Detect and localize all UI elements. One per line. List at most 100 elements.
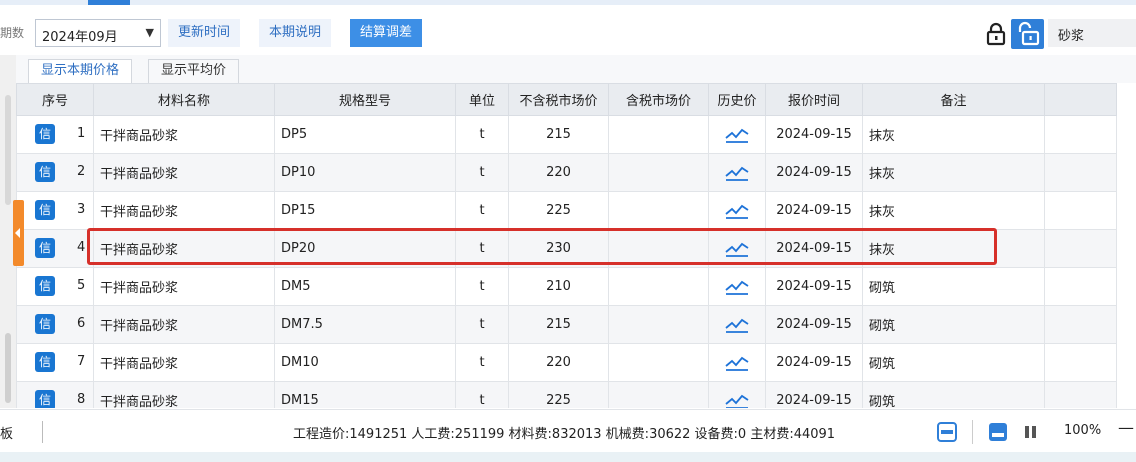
table-row[interactable]: 信 6 干拌商品砂浆 DM7.5 t 215 2024-09-15 砌筑 bbox=[16, 305, 1117, 344]
scroll-thumb-lower[interactable] bbox=[5, 333, 11, 403]
table-row[interactable]: 信 5 干拌商品砂浆 DM5 t 210 2024-09-15 砌筑 bbox=[16, 267, 1117, 306]
note-cell[interactable]: 砌筑 bbox=[862, 305, 1045, 344]
material-name-cell[interactable]: 干拌商品砂浆 bbox=[93, 229, 275, 268]
history-price-cell[interactable] bbox=[708, 115, 766, 154]
table-row[interactable]: 信 4 干拌商品砂浆 DP20 t 230 2024-09-15 抹灰 bbox=[16, 229, 1117, 268]
price-inc-tax-cell[interactable] bbox=[608, 381, 709, 408]
price-ex-tax-cell[interactable]: 225 bbox=[508, 381, 609, 408]
trend-chart-icon[interactable] bbox=[724, 165, 750, 181]
lock-icon[interactable] bbox=[985, 22, 1007, 46]
trend-chart-icon[interactable] bbox=[724, 317, 750, 333]
unit-cell[interactable]: t bbox=[455, 343, 509, 382]
note-cell[interactable]: 抹灰 bbox=[862, 191, 1045, 230]
spec-cell[interactable]: DP20 bbox=[274, 229, 456, 268]
history-price-cell[interactable] bbox=[708, 153, 766, 192]
price-inc-tax-cell[interactable] bbox=[608, 191, 709, 230]
note-cell[interactable]: 抹灰 bbox=[862, 115, 1045, 154]
note-cell[interactable]: 抹灰 bbox=[862, 229, 1045, 268]
spec-cell[interactable]: DM5 bbox=[274, 267, 456, 306]
info-badge-icon[interactable]: 信 bbox=[35, 390, 55, 408]
col-header-price-inc-tax[interactable]: 含税市场价 bbox=[608, 83, 709, 116]
info-badge-icon[interactable]: 信 bbox=[35, 200, 55, 220]
history-price-cell[interactable] bbox=[708, 343, 766, 382]
col-header-name[interactable]: 材料名称 bbox=[93, 83, 275, 116]
quote-time-cell[interactable]: 2024-09-15 bbox=[765, 115, 863, 154]
price-inc-tax-cell[interactable] bbox=[608, 343, 709, 382]
price-inc-tax-cell[interactable] bbox=[608, 229, 709, 268]
info-badge-icon[interactable]: 信 bbox=[35, 352, 55, 372]
quote-time-cell[interactable]: 2024-09-15 bbox=[765, 267, 863, 306]
price-ex-tax-cell[interactable]: 225 bbox=[508, 191, 609, 230]
note-cell[interactable]: 抹灰 bbox=[862, 153, 1045, 192]
price-inc-tax-cell[interactable] bbox=[608, 115, 709, 154]
trend-chart-icon[interactable] bbox=[724, 279, 750, 295]
update-time-button[interactable]: 更新时间 bbox=[168, 19, 241, 47]
quote-time-cell[interactable]: 2024-09-15 bbox=[765, 305, 863, 344]
price-ex-tax-cell[interactable]: 215 bbox=[508, 305, 609, 344]
trend-chart-icon[interactable] bbox=[724, 203, 750, 219]
material-name-cell[interactable]: 干拌商品砂浆 bbox=[93, 343, 275, 382]
material-name-cell[interactable]: 干拌商品砂浆 bbox=[93, 305, 275, 344]
layout-split-bottom-icon[interactable] bbox=[987, 421, 1009, 443]
history-price-cell[interactable] bbox=[708, 191, 766, 230]
spec-cell[interactable]: DP15 bbox=[274, 191, 456, 230]
period-select[interactable]: 2024年09月 ▼ bbox=[35, 19, 161, 47]
price-ex-tax-cell[interactable]: 210 bbox=[508, 267, 609, 306]
spec-cell[interactable]: DP10 bbox=[274, 153, 456, 192]
unit-cell[interactable]: t bbox=[455, 229, 509, 268]
scroll-thumb[interactable] bbox=[5, 95, 11, 205]
quote-time-cell[interactable]: 2024-09-15 bbox=[765, 381, 863, 408]
spec-cell[interactable]: DM10 bbox=[274, 343, 456, 382]
spec-cell[interactable]: DP5 bbox=[274, 115, 456, 154]
price-inc-tax-cell[interactable] bbox=[608, 267, 709, 306]
unit-cell[interactable]: t bbox=[455, 153, 509, 192]
col-header-price-ex-tax[interactable]: 不含税市场价 bbox=[508, 83, 609, 116]
price-ex-tax-cell[interactable]: 230 bbox=[508, 229, 609, 268]
note-cell[interactable]: 砌筑 bbox=[862, 343, 1045, 382]
material-name-cell[interactable]: 干拌商品砂浆 bbox=[93, 191, 275, 230]
quote-time-cell[interactable]: 2024-09-15 bbox=[765, 229, 863, 268]
tab-average-price[interactable]: 显示平均价 bbox=[148, 59, 240, 83]
col-header-spec[interactable]: 规格型号 bbox=[274, 83, 456, 116]
table-row[interactable]: 信 8 干拌商品砂浆 DM15 t 225 2024-09-15 砌筑 bbox=[16, 381, 1117, 408]
trend-chart-icon[interactable] bbox=[724, 241, 750, 257]
unit-cell[interactable]: t bbox=[455, 305, 509, 344]
layout-horizontal-icon[interactable] bbox=[936, 421, 958, 443]
info-badge-icon[interactable]: 信 bbox=[35, 276, 55, 296]
history-price-cell[interactable] bbox=[708, 381, 766, 408]
price-inc-tax-cell[interactable] bbox=[608, 305, 709, 344]
collapse-panel-handle[interactable] bbox=[13, 200, 24, 266]
spec-cell[interactable]: DM7.5 bbox=[274, 305, 456, 344]
col-header-note[interactable]: 备注 bbox=[862, 83, 1045, 116]
price-ex-tax-cell[interactable]: 220 bbox=[508, 153, 609, 192]
tab-current-price[interactable]: 显示本期价格 bbox=[28, 59, 133, 83]
price-inc-tax-cell[interactable] bbox=[608, 153, 709, 192]
table-row[interactable]: 信 2 干拌商品砂浆 DP10 t 220 2024-09-15 抹灰 bbox=[16, 153, 1117, 192]
unit-cell[interactable]: t bbox=[455, 115, 509, 154]
quote-time-cell[interactable]: 2024-09-15 bbox=[765, 153, 863, 192]
table-row[interactable]: 信 7 干拌商品砂浆 DM10 t 220 2024-09-15 砌筑 bbox=[16, 343, 1117, 382]
history-price-cell[interactable] bbox=[708, 267, 766, 306]
info-badge-icon[interactable]: 信 bbox=[35, 124, 55, 144]
col-header-seq[interactable]: 序号 bbox=[16, 83, 94, 116]
note-cell[interactable]: 砌筑 bbox=[862, 267, 1045, 306]
col-header-unit[interactable]: 单位 bbox=[455, 83, 509, 116]
table-row[interactable]: 信 1 干拌商品砂浆 DP5 t 215 2024-09-15 抹灰 bbox=[16, 115, 1117, 154]
unlock-icon[interactable] bbox=[1011, 19, 1044, 49]
history-price-cell[interactable] bbox=[708, 305, 766, 344]
material-filter-input[interactable]: 砂浆 bbox=[1048, 19, 1136, 47]
info-badge-icon[interactable]: 信 bbox=[35, 162, 55, 182]
trend-chart-icon[interactable] bbox=[724, 355, 750, 371]
info-badge-icon[interactable]: 信 bbox=[35, 238, 55, 258]
zoom-out-button[interactable]: — bbox=[1118, 418, 1134, 437]
trend-chart-icon[interactable] bbox=[724, 393, 750, 408]
material-name-cell[interactable]: 干拌商品砂浆 bbox=[93, 153, 275, 192]
note-cell[interactable]: 砌筑 bbox=[862, 381, 1045, 408]
info-badge-icon[interactable]: 信 bbox=[35, 314, 55, 334]
table-row[interactable]: 信 3 干拌商品砂浆 DP15 t 225 2024-09-15 抹灰 bbox=[16, 191, 1117, 230]
price-ex-tax-cell[interactable]: 220 bbox=[508, 343, 609, 382]
material-name-cell[interactable]: 干拌商品砂浆 bbox=[93, 381, 275, 408]
material-name-cell[interactable]: 干拌商品砂浆 bbox=[93, 115, 275, 154]
unit-cell[interactable]: t bbox=[455, 381, 509, 408]
price-ex-tax-cell[interactable]: 215 bbox=[508, 115, 609, 154]
